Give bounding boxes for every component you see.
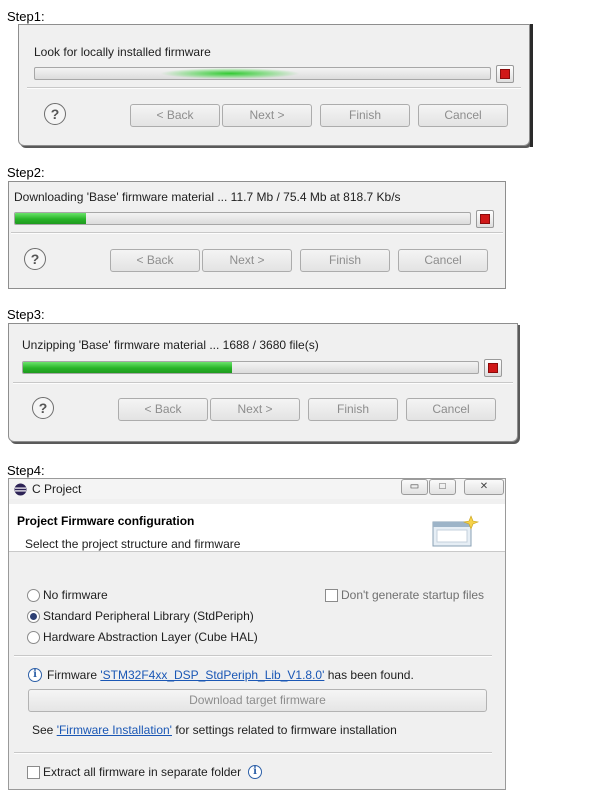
step3-progress-fill bbox=[23, 362, 232, 373]
step1-cancel-button[interactable]: Cancel bbox=[418, 104, 508, 127]
firmware-found-prefix: Firmware bbox=[47, 668, 101, 682]
c-project-window: C Project ▭ □ ✕ Project Firmware configu… bbox=[8, 478, 506, 790]
stdperiph-label: Standard Peripheral Library (StdPeriph) bbox=[43, 609, 254, 623]
step1-progress-bar bbox=[34, 67, 491, 80]
step3-separator bbox=[13, 382, 513, 384]
dont-generate-startup-label: Don't generate startup files bbox=[341, 588, 485, 602]
options-separator bbox=[14, 655, 492, 657]
step1-finish-button[interactable]: Finish bbox=[320, 104, 410, 127]
step2-stop-icon[interactable] bbox=[476, 210, 494, 228]
step2-next-button[interactable]: Next > bbox=[202, 249, 292, 272]
download-target-firmware-button[interactable]: Download target firmware bbox=[28, 689, 487, 712]
step3-cancel-button[interactable]: Cancel bbox=[406, 398, 496, 421]
info-icon: i bbox=[28, 668, 42, 682]
step4-label: Step4: bbox=[7, 463, 45, 478]
step1-stop-icon[interactable] bbox=[496, 65, 514, 83]
dont-generate-startup-checkbox[interactable] bbox=[325, 589, 338, 602]
cube-hal-label: Hardware Abstraction Layer (Cube HAL) bbox=[43, 630, 258, 644]
page-subtitle: Select the project structure and firmwar… bbox=[25, 537, 241, 551]
step2-label: Step2: bbox=[7, 165, 45, 180]
see-prefix: See bbox=[32, 723, 57, 737]
step2-progress-bar bbox=[14, 212, 471, 225]
step1-back-button[interactable]: < Back bbox=[130, 104, 220, 127]
step3-back-button[interactable]: < Back bbox=[118, 398, 208, 421]
step1-help-icon[interactable]: ? bbox=[44, 103, 66, 125]
see-installation-text: See 'Firmware Installation' for settings… bbox=[32, 723, 397, 737]
step3-label: Step3: bbox=[7, 307, 45, 322]
firmware-found-suffix: has been found. bbox=[324, 668, 414, 682]
no-firmware-label: No firmware bbox=[43, 588, 108, 602]
step1-separator bbox=[27, 87, 521, 89]
step1-status-text: Look for locally installed firmware bbox=[34, 45, 211, 59]
step3-next-button[interactable]: Next > bbox=[210, 398, 300, 421]
step1-progress-glow bbox=[160, 68, 300, 79]
step2-finish-button[interactable]: Finish bbox=[300, 249, 390, 272]
extract-all-label: Extract all firmware in separate folder bbox=[43, 765, 242, 779]
wizard-banner-icon bbox=[432, 515, 480, 547]
firmware-name-link[interactable]: 'STM32F4xx_DSP_StdPeriph_Lib_V1.8.0' bbox=[100, 668, 324, 682]
step3-dialog: Unzipping 'Base' firmware material ... 1… bbox=[8, 323, 518, 442]
step2-back-button[interactable]: < Back bbox=[110, 249, 200, 272]
no-firmware-radio[interactable] bbox=[27, 589, 40, 602]
step1-dialog: Look for locally installed firmware ? < … bbox=[18, 24, 530, 146]
extract-all-checkbox[interactable] bbox=[27, 766, 40, 779]
step2-progress-fill bbox=[15, 213, 86, 224]
wizard-banner: Project Firmware configuration Select th… bbox=[9, 504, 505, 552]
stdperiph-radio[interactable] bbox=[27, 610, 40, 623]
window-titlebar[interactable]: C Project ▭ □ ✕ bbox=[9, 479, 505, 499]
step3-help-icon[interactable]: ? bbox=[32, 397, 54, 419]
close-icon[interactable]: ✕ bbox=[464, 479, 504, 495]
step2-cancel-button[interactable]: Cancel bbox=[398, 249, 488, 272]
extract-info-icon[interactable]: i bbox=[248, 765, 262, 779]
step2-dialog: Downloading 'Base' firmware material ...… bbox=[8, 181, 506, 289]
see-suffix: for settings related to firmware install… bbox=[171, 723, 397, 737]
step3-status-text: Unzipping 'Base' firmware material ... 1… bbox=[22, 338, 319, 352]
step2-status-text: Downloading 'Base' firmware material ...… bbox=[14, 190, 401, 204]
bottom-separator bbox=[14, 752, 492, 754]
step2-separator bbox=[11, 232, 503, 234]
maximize-icon[interactable]: □ bbox=[429, 479, 456, 495]
step3-finish-button[interactable]: Finish bbox=[308, 398, 398, 421]
page-title: Project Firmware configuration bbox=[17, 514, 195, 528]
step2-help-icon[interactable]: ? bbox=[24, 248, 46, 270]
eclipse-icon bbox=[14, 483, 27, 496]
step1-label: Step1: bbox=[7, 9, 45, 24]
firmware-installation-link[interactable]: 'Firmware Installation' bbox=[57, 723, 172, 737]
cube-hal-radio[interactable] bbox=[27, 631, 40, 644]
window-title: C Project bbox=[32, 482, 82, 496]
step3-stop-icon[interactable] bbox=[484, 359, 502, 377]
minimize-icon[interactable]: ▭ bbox=[401, 479, 428, 495]
step3-progress-bar bbox=[22, 361, 479, 374]
step1-window-edge bbox=[530, 24, 533, 147]
step1-next-button[interactable]: Next > bbox=[222, 104, 312, 127]
firmware-found-text: Firmware 'STM32F4xx_DSP_StdPeriph_Lib_V1… bbox=[47, 668, 414, 682]
